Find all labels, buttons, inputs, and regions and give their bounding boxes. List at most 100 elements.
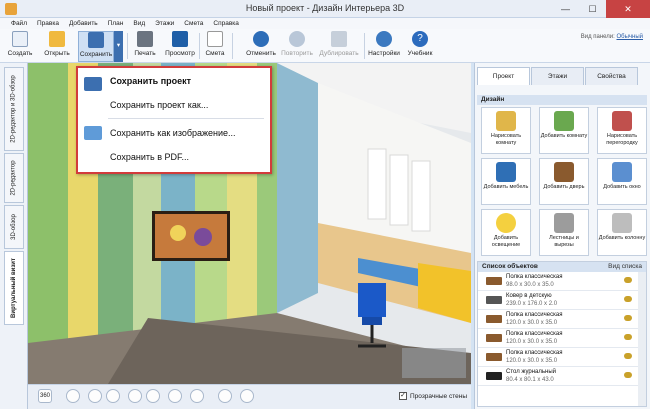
print-button[interactable]: Печать	[131, 31, 159, 62]
tab-virtual-visit[interactable]: Виртуальный визит	[4, 251, 24, 325]
redo-button[interactable]: Повторить	[280, 31, 314, 62]
toolbar: Создать Открыть Сохранить ▾ Печать Просм…	[0, 29, 650, 63]
zoom-out-icon[interactable]	[88, 389, 102, 403]
title-bar: Новый проект - Дизайн Интерьера 3D — ☐ ✕	[0, 0, 650, 18]
visibility-icon[interactable]	[624, 372, 632, 378]
home-icon[interactable]	[240, 389, 254, 403]
menu-save-project-as[interactable]: Сохранить проект как...	[110, 100, 208, 110]
settings-button[interactable]: Настройки	[367, 31, 401, 62]
menu-save-project[interactable]: Сохранить проект	[110, 76, 191, 86]
list-item[interactable]: Полка классическая 120.0 x 30.0 x 35.0	[478, 348, 646, 367]
shelf-icon	[486, 315, 502, 323]
stairs-cutouts-button[interactable]: Лестницы и вырезы	[539, 209, 589, 256]
add-window-button[interactable]: Добавить окно	[597, 158, 647, 205]
list-item[interactable]: Полка классическая 120.0 x 30.0 x 35.0	[478, 329, 646, 348]
tilt-down-icon[interactable]	[190, 389, 204, 403]
design-buttons-grid: Нарисовать комнату Добавить комнату Нари…	[481, 107, 647, 256]
object-list-scrollbar[interactable]	[638, 272, 646, 406]
checkbox-checked-icon[interactable]: ✓	[399, 392, 407, 400]
redo-icon	[289, 31, 305, 47]
column-icon	[612, 213, 632, 233]
floppy-disk-icon	[84, 77, 102, 91]
preview-button[interactable]: Просмотр	[164, 31, 196, 62]
undo-button[interactable]: Отменить	[245, 31, 277, 62]
add-door-button[interactable]: Добавить дверь	[539, 158, 589, 205]
save-dropdown-menu: Сохранить проект Сохранить проект как...…	[76, 66, 272, 174]
menu-plan[interactable]: План	[103, 18, 129, 29]
visibility-icon[interactable]	[624, 315, 632, 321]
visibility-icon[interactable]	[624, 334, 632, 340]
menu-save-as-image[interactable]: Сохранить как изображение...	[110, 128, 236, 138]
add-room-button[interactable]: Добавить комнату	[539, 107, 589, 154]
undo-icon	[253, 31, 269, 47]
list-view-toggle[interactable]: Вид списка	[608, 262, 642, 272]
save-button[interactable]: Сохранить	[78, 31, 114, 62]
chair-icon	[496, 162, 516, 182]
right-panel: Проект Этажи Свойства Дизайн Нарисовать …	[474, 63, 650, 409]
add-column-button[interactable]: Добавить колонну	[597, 209, 647, 256]
estimate-button[interactable]: Смета	[202, 31, 228, 62]
lightbulb-icon	[496, 213, 516, 233]
view-panel-selector[interactable]: Вид панели: Обычный	[581, 34, 643, 40]
chevron-down-icon: ▾	[116, 42, 121, 49]
menu-bar: Файл Правка Добавить План Вид Этажи Смет…	[0, 18, 650, 29]
room-icon	[554, 111, 574, 131]
minimize-button[interactable]: —	[552, 0, 579, 18]
object-list: Список объектов Вид списка Полка классич…	[477, 261, 647, 407]
lightbulb-icon[interactable]	[218, 389, 232, 403]
brick-wall-icon	[612, 111, 632, 131]
stairs-icon	[554, 213, 574, 233]
menu-floors[interactable]: Этажи	[150, 18, 179, 29]
visibility-icon[interactable]	[624, 296, 632, 302]
tab-2d-editor[interactable]: 2D-редактор	[4, 153, 24, 203]
tab-floors[interactable]: Этажи	[531, 67, 584, 85]
rotate-left-icon[interactable]	[128, 389, 142, 403]
tab-2d-3d[interactable]: 2D-редактор и 3D-обзор	[4, 67, 24, 151]
tutorial-button[interactable]: ? Учебник	[405, 31, 435, 62]
list-item[interactable]: Ковер в детскую 239.0 x 176.0 x 2.0	[478, 291, 646, 310]
tab-properties[interactable]: Свойства	[585, 67, 638, 85]
view-360-button[interactable]: 360	[38, 389, 52, 403]
hand-pan-icon[interactable]	[66, 389, 80, 403]
shelf-icon	[486, 277, 502, 285]
visibility-icon[interactable]	[624, 277, 632, 283]
menu-view[interactable]: Вид	[128, 18, 150, 29]
tab-project[interactable]: Проект	[477, 67, 530, 85]
list-item[interactable]: Стол журнальный 80.4 x 80.1 x 43.0	[478, 367, 646, 386]
save-dropdown-arrow[interactable]: ▾	[114, 31, 123, 62]
menu-save-pdf[interactable]: Сохранить в PDF...	[110, 152, 189, 162]
menu-estimate[interactable]: Смета	[179, 18, 208, 29]
image-icon	[84, 126, 102, 140]
tilt-up-icon[interactable]	[168, 389, 182, 403]
add-lighting-button[interactable]: Добавить освещение	[481, 209, 531, 256]
visibility-icon[interactable]	[624, 353, 632, 359]
rug-icon	[486, 296, 502, 304]
tab-3d-view[interactable]: 3D-обзор	[4, 205, 24, 249]
menu-help[interactable]: Справка	[208, 18, 244, 29]
open-button[interactable]: Открыть	[42, 31, 72, 62]
close-button[interactable]: ✕	[606, 0, 650, 18]
window-icon	[612, 162, 632, 182]
maximize-button[interactable]: ☐	[579, 0, 606, 18]
shelf-icon	[486, 353, 502, 361]
menu-add[interactable]: Добавить	[64, 18, 103, 29]
duplicate-button[interactable]: Дублировать	[318, 31, 360, 62]
pencil-ruler-icon	[496, 111, 516, 131]
printer-icon	[137, 31, 153, 47]
menu-edit[interactable]: Правка	[32, 18, 64, 29]
object-list-header: Список объектов Вид списка	[478, 262, 646, 272]
draw-room-button[interactable]: Нарисовать комнату	[481, 107, 531, 154]
create-button[interactable]: Создать	[6, 31, 34, 62]
new-file-icon	[12, 31, 28, 47]
list-item[interactable]: Полка классическая 120.0 x 30.0 x 35.0	[478, 310, 646, 329]
add-furniture-button[interactable]: Добавить мебель	[481, 158, 531, 205]
list-item[interactable]: Полка классическая 98.0 x 30.0 x 35.0	[478, 272, 646, 291]
zoom-in-icon[interactable]	[106, 389, 120, 403]
draw-partition-button[interactable]: Нарисовать перегородку	[597, 107, 647, 154]
gear-icon	[376, 31, 392, 47]
rotate-right-icon[interactable]	[146, 389, 160, 403]
left-view-tabs: 2D-редактор и 3D-обзор 2D-редактор 3D-об…	[0, 63, 28, 409]
door-icon	[554, 162, 574, 182]
menu-file[interactable]: Файл	[6, 18, 32, 29]
transparent-walls-checkbox[interactable]: ✓ Прозрачные стены	[399, 392, 467, 400]
